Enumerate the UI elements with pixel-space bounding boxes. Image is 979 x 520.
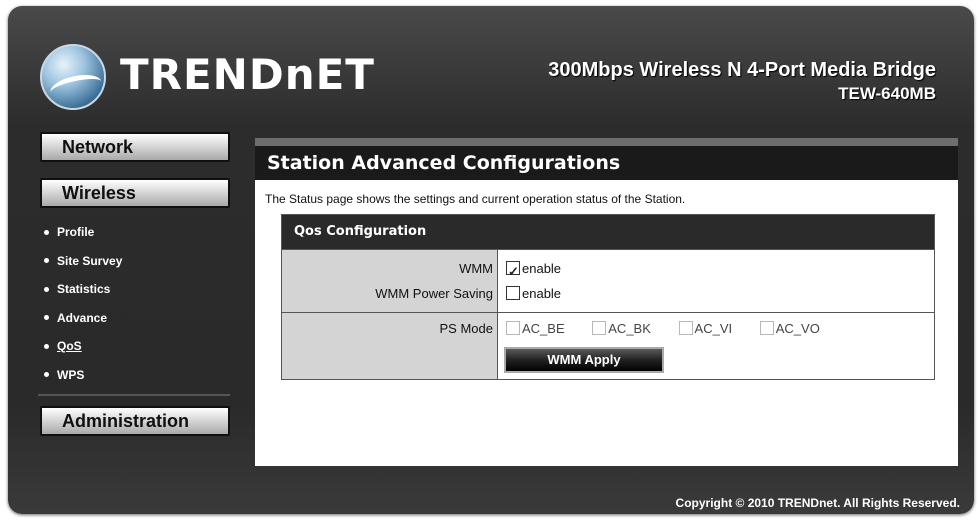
ps-mode-ac-vo-label: AC_VO [775,321,820,336]
submenu-item-profile[interactable]: Profile [38,218,230,247]
qos-table-header: Qos Configuration [282,215,934,249]
ps-mode-ac-be-label: AC_BE [522,321,565,336]
ps-mode-ac-bk-label: AC_BK [608,321,651,336]
logo-globe-icon [40,44,106,110]
wmm-settings-group: WMM WMM Power Saving enable enable [282,249,934,312]
bullet-icon [44,258,49,264]
bullet-icon [44,315,49,321]
product-header: 300Mbps Wireless N 4-Port Media Bridge T… [548,58,936,106]
power-saving-enable-label: enable [522,286,562,301]
ps-mode-ac-bk-checkbox[interactable] [592,321,607,335]
ps-mode-ac-vi-checkbox[interactable] [678,321,693,335]
bullet-icon [44,372,49,378]
wmm-enable-label: enable [522,261,562,276]
bullet-icon [44,343,49,349]
trendnet-logo: TRENDnET [40,36,374,116]
nav-wireless-button[interactable]: Wireless [40,178,230,208]
logo-text: TRENDnET [120,50,375,99]
wireless-submenu: Profile Site Survey Statistics Advance Q… [38,218,230,396]
footer-copyright: Copyright © 2010 TRENDnet. All Rights Re… [675,496,960,510]
ps-mode-label: PS Mode [282,313,498,379]
wmm-enable-row: enable [498,256,934,284]
wmm-power-saving-label: WMM Power Saving [375,286,493,301]
power-saving-enable-checkbox[interactable] [506,286,520,300]
product-model: TEW-640MB [838,84,936,103]
panel-body: The Status page shows the settings and c… [255,180,958,466]
logo-swoosh [48,70,104,104]
submenu-item-site-survey[interactable]: Site Survey [38,247,230,276]
submenu-item-statistics[interactable]: Statistics [38,275,230,304]
page-description: The Status page shows the settings and c… [265,192,686,206]
wmm-apply-button[interactable]: WMM Apply [504,347,664,373]
submenu-item-advance[interactable]: Advance [38,304,230,333]
app-frame: TRENDnET 300Mbps Wireless N 4-Port Media… [8,6,974,514]
qos-configuration-table: Qos Configuration WMM WMM Power Saving e… [281,214,935,380]
submenu-item-qos[interactable]: QoS [38,332,230,361]
ps-mode-options: AC_BE AC_BK AC_VI AC_VO [498,321,934,343]
product-title: 300Mbps Wireless N 4-Port Media Bridge [548,59,936,81]
bullet-icon [44,286,49,292]
nav-network-button[interactable]: Network [40,132,230,162]
main-panel: Station Advanced Configurations The Stat… [255,138,958,466]
nav-administration-button[interactable]: Administration [40,406,230,436]
ps-mode-values: AC_BE AC_BK AC_VI AC_VO WMM Apply [498,313,934,379]
ps-mode-group: PS Mode AC_BE AC_BK AC_VI AC_VO WMM Appl… [282,312,934,379]
ps-mode-ac-vo-checkbox[interactable] [759,321,774,335]
wmm-labels: WMM WMM Power Saving [282,250,498,312]
ps-mode-ac-vi-label: AC_VI [694,321,733,336]
bullet-icon [44,229,49,235]
submenu-item-wps[interactable]: WPS [38,361,230,390]
wmm-values: enable enable [498,250,934,312]
wmm-label: WMM [459,261,493,276]
ps-mode-ac-be-checkbox[interactable] [506,321,520,335]
page-title: Station Advanced Configurations [255,138,958,180]
wmm-enable-checkbox[interactable] [506,259,520,284]
power-saving-enable-row: enable [498,281,934,306]
